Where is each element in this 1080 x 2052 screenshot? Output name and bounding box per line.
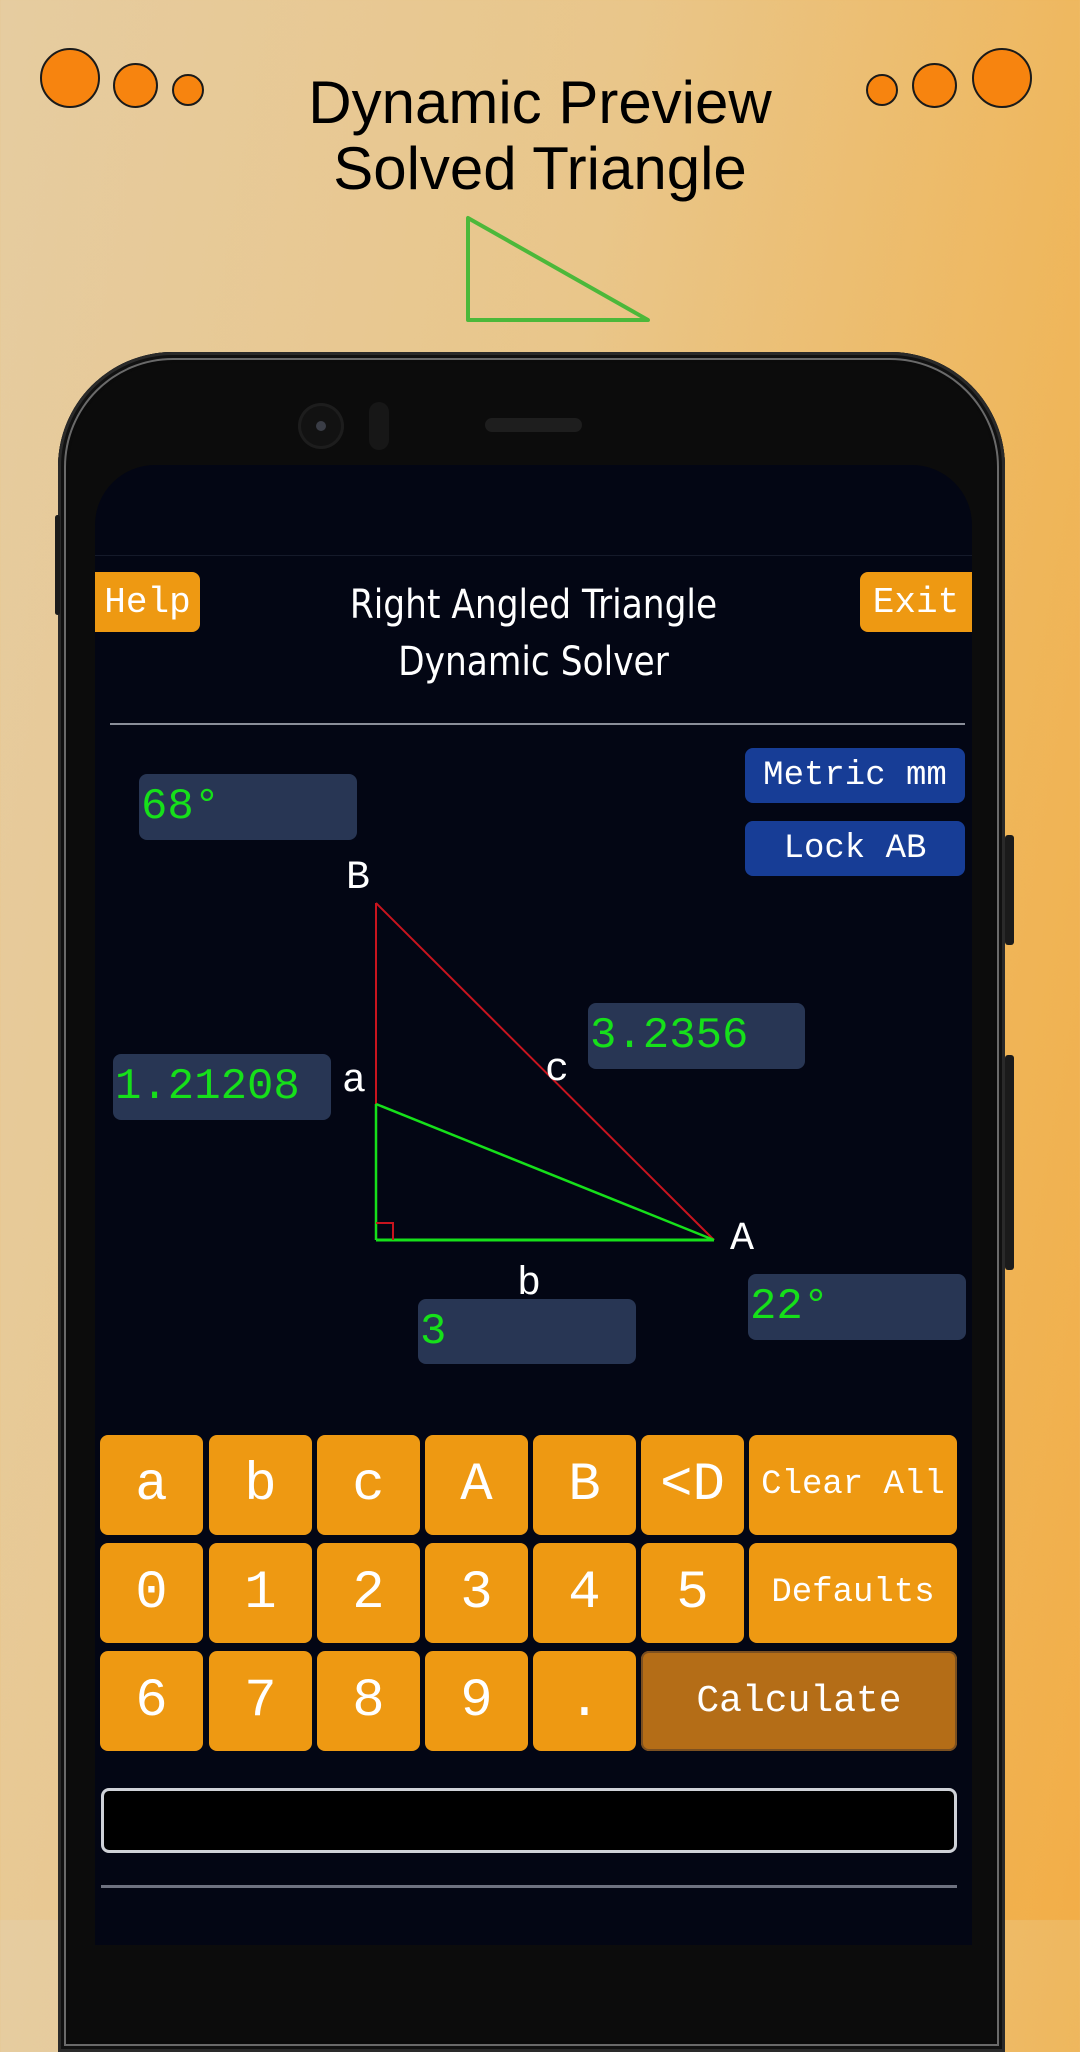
side-label-c: c bbox=[545, 1048, 570, 1093]
promo-title: Dynamic Preview Solved Triangle bbox=[0, 70, 1080, 202]
side-a-field[interactable]: 1.21208 bbox=[113, 1054, 331, 1120]
key-4[interactable]: 4 bbox=[533, 1543, 636, 1643]
key-decimal[interactable]: . bbox=[533, 1651, 636, 1751]
phone-side-button-left bbox=[55, 515, 60, 615]
app-screen: Help Exit Right Angled Triangle Dynamic … bbox=[95, 465, 972, 1945]
key-1[interactable]: 1 bbox=[209, 1543, 312, 1643]
key-3[interactable]: 3 bbox=[425, 1543, 528, 1643]
side-label-a: a bbox=[342, 1059, 367, 1104]
output-display bbox=[101, 1788, 957, 1853]
key-9[interactable]: 9 bbox=[425, 1651, 528, 1751]
promo-title-line1: Dynamic Preview bbox=[308, 69, 772, 136]
side-c-field[interactable]: 3.2356 bbox=[588, 1003, 805, 1069]
key-defaults[interactable]: Defaults bbox=[749, 1543, 957, 1643]
phone-power-button bbox=[1005, 835, 1014, 945]
key-b-upper[interactable]: B bbox=[533, 1435, 636, 1535]
solved-side-c bbox=[375, 1102, 715, 1242]
angle-b-field[interactable]: 68° bbox=[139, 774, 357, 840]
key-6[interactable]: 6 bbox=[100, 1651, 203, 1751]
key-b[interactable]: b bbox=[209, 1435, 312, 1535]
key-a-upper[interactable]: A bbox=[425, 1435, 528, 1535]
right-angle-marker bbox=[376, 1222, 394, 1240]
key-7[interactable]: 7 bbox=[209, 1651, 312, 1751]
vertex-label-a: A bbox=[730, 1217, 755, 1262]
preview-triangle-icon bbox=[466, 216, 650, 322]
preview-triangle-shape bbox=[466, 216, 650, 322]
vertex-label-b: B bbox=[346, 856, 371, 901]
camera-lens bbox=[316, 421, 326, 431]
key-a[interactable]: a bbox=[100, 1435, 203, 1535]
promo-title-line2: Solved Triangle bbox=[333, 135, 747, 202]
key-2[interactable]: 2 bbox=[317, 1543, 420, 1643]
key-delete[interactable]: <D bbox=[641, 1435, 744, 1535]
sensor-pill bbox=[369, 402, 389, 450]
key-calculate[interactable]: Calculate bbox=[641, 1651, 957, 1751]
earpiece-speaker bbox=[485, 418, 582, 432]
key-c[interactable]: c bbox=[317, 1435, 420, 1535]
key-0[interactable]: 0 bbox=[100, 1543, 203, 1643]
angle-a-field[interactable]: 22° bbox=[748, 1274, 966, 1340]
key-8[interactable]: 8 bbox=[317, 1651, 420, 1751]
key-5[interactable]: 5 bbox=[641, 1543, 744, 1643]
phone-volume-button bbox=[1005, 1055, 1014, 1270]
side-b-field[interactable]: 3 bbox=[418, 1299, 636, 1364]
footer-divider bbox=[101, 1885, 957, 1888]
key-clear-all[interactable]: Clear All bbox=[749, 1435, 957, 1535]
